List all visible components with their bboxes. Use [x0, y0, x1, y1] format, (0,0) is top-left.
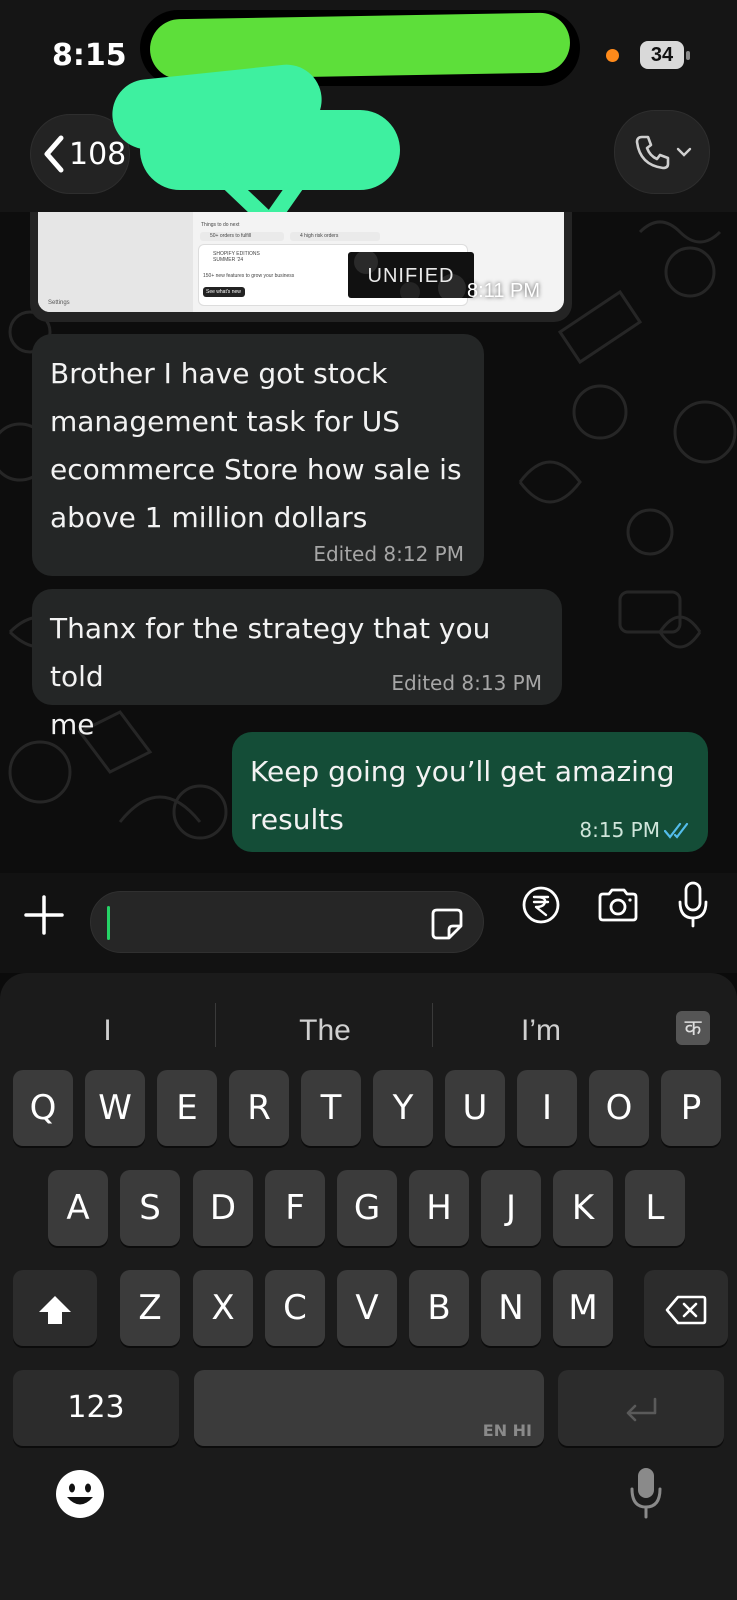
- emoji-icon[interactable]: [54, 1468, 106, 1520]
- key-z[interactable]: Z: [120, 1270, 180, 1346]
- message-line: management task for US: [50, 405, 400, 438]
- key-r[interactable]: R: [229, 1070, 289, 1146]
- message-meta: Edited 8:13 PM: [391, 671, 542, 695]
- key-k[interactable]: K: [553, 1170, 613, 1246]
- space-key[interactable]: EN HI: [194, 1370, 544, 1446]
- outgoing-message[interactable]: Keep going you’ll get amazing results 8:…: [232, 732, 708, 852]
- numbers-key[interactable]: 123: [13, 1370, 179, 1446]
- status-bar: 8:15 34: [0, 0, 737, 100]
- thumbnail-editions-title: SHOPIFY EDITIONS SUMMER '24: [213, 251, 260, 263]
- return-icon: [626, 1397, 657, 1421]
- microphone-icon[interactable]: [675, 880, 711, 930]
- recording-indicator: [606, 49, 619, 62]
- suggestion-3[interactable]: I’m: [450, 1001, 632, 1061]
- key-w[interactable]: W: [85, 1070, 145, 1146]
- key-j[interactable]: J: [481, 1170, 541, 1246]
- key-n[interactable]: N: [481, 1270, 541, 1346]
- suggestion-2[interactable]: The: [232, 1001, 418, 1061]
- thumbnail-chip-orders: 50+ orders to fulfill: [200, 232, 284, 241]
- language-indicator: EN HI: [482, 1421, 532, 1440]
- key-m[interactable]: M: [553, 1270, 613, 1346]
- message-meta: 8:15 PM: [579, 818, 660, 842]
- key-s[interactable]: S: [120, 1170, 180, 1246]
- key-d[interactable]: D: [193, 1170, 253, 1246]
- battery-nub: [686, 51, 690, 60]
- key-c[interactable]: C: [265, 1270, 325, 1346]
- message-input[interactable]: [90, 891, 484, 953]
- thumbnail-heading: Things to do next: [201, 222, 240, 228]
- thumbnail-settings-label: Settings: [48, 300, 70, 306]
- key-y[interactable]: Y: [373, 1070, 433, 1146]
- key-b[interactable]: B: [409, 1270, 469, 1346]
- key-o[interactable]: O: [589, 1070, 649, 1146]
- key-g[interactable]: G: [337, 1170, 397, 1246]
- key-l[interactable]: L: [625, 1170, 685, 1246]
- message-line: above 1 million dollars: [50, 501, 368, 534]
- thumbnail-sidebar: [38, 212, 193, 312]
- thumbnail-editions-sub: 150+ new features to grow your business: [203, 273, 295, 279]
- voice-call-button[interactable]: [614, 110, 710, 194]
- unified-tile: UNIFIED: [348, 252, 474, 298]
- key-f[interactable]: F: [265, 1170, 325, 1246]
- image-message[interactable]: Settings Things to do next 50+ orders to…: [30, 212, 572, 322]
- rupee-icon[interactable]: [521, 885, 561, 925]
- key-u[interactable]: U: [445, 1070, 505, 1146]
- key-q[interactable]: Q: [13, 1070, 73, 1146]
- text-cursor: [107, 906, 110, 940]
- hindi-layout-toggle[interactable]: क: [676, 1011, 710, 1045]
- double-check-icon: [664, 822, 689, 839]
- thumbnail-editions-button: See what's new: [203, 287, 245, 297]
- key-x[interactable]: X: [193, 1270, 253, 1346]
- chat-area[interactable]: Settings Things to do next 50+ orders to…: [0, 212, 737, 873]
- incoming-message[interactable]: Brother I have got stock management task…: [32, 334, 484, 576]
- suggestion-divider: [432, 1003, 433, 1047]
- shift-key[interactable]: [13, 1270, 97, 1346]
- suggestion-1[interactable]: I: [30, 1001, 185, 1061]
- message-line: ecommerce Store how sale is: [50, 453, 462, 486]
- thumbnail-editions-button-text: See what's new: [206, 289, 241, 295]
- message-text: Brother I have got stock management task…: [50, 350, 466, 542]
- key-h[interactable]: H: [409, 1170, 469, 1246]
- battery-indicator: 34: [640, 41, 684, 69]
- key-v[interactable]: V: [337, 1270, 397, 1346]
- message-meta: Edited 8:12 PM: [313, 542, 464, 566]
- camera-icon[interactable]: [596, 887, 640, 923]
- phone-icon: [635, 135, 670, 170]
- unified-tile-label: UNIFIED: [367, 265, 455, 287]
- thumbnail-chip-risk-text: 4 high risk orders: [300, 233, 339, 239]
- chevron-down-icon: [676, 147, 692, 157]
- key-p[interactable]: P: [661, 1070, 721, 1146]
- incoming-message[interactable]: Thanx for the strategy that you told me …: [32, 589, 562, 741]
- key-a[interactable]: A: [48, 1170, 108, 1246]
- back-chevron-icon: [44, 135, 64, 173]
- image-message-time: 8:11 PM: [467, 280, 540, 302]
- chat-header: 108: [0, 61, 737, 230]
- plus-icon[interactable]: [22, 893, 66, 937]
- suggestion-divider: [215, 1003, 216, 1047]
- message-line: Brother I have got stock: [50, 357, 388, 390]
- unread-count: 108: [69, 136, 127, 172]
- sticker-icon[interactable]: [429, 906, 465, 942]
- shift-icon: [39, 1295, 71, 1324]
- thumbnail-chip-orders-text: 50+ orders to fulfill: [210, 233, 251, 239]
- thumbnail-chip-risk: 4 high risk orders: [290, 232, 380, 241]
- key-e[interactable]: E: [157, 1070, 217, 1146]
- dictation-mic-icon[interactable]: [628, 1465, 664, 1521]
- redaction-scribble-green: [149, 12, 571, 80]
- keyboard: I The I’m क Q W E R T Y U I O P A S D F …: [0, 973, 737, 1600]
- status-time: 8:15: [52, 38, 127, 73]
- backspace-key[interactable]: [644, 1270, 728, 1346]
- return-key[interactable]: [558, 1370, 724, 1446]
- backspace-icon: [665, 1295, 707, 1324]
- message-line: Keep going you’ll get amazing: [250, 755, 675, 788]
- key-i[interactable]: I: [517, 1070, 577, 1146]
- key-t[interactable]: T: [301, 1070, 361, 1146]
